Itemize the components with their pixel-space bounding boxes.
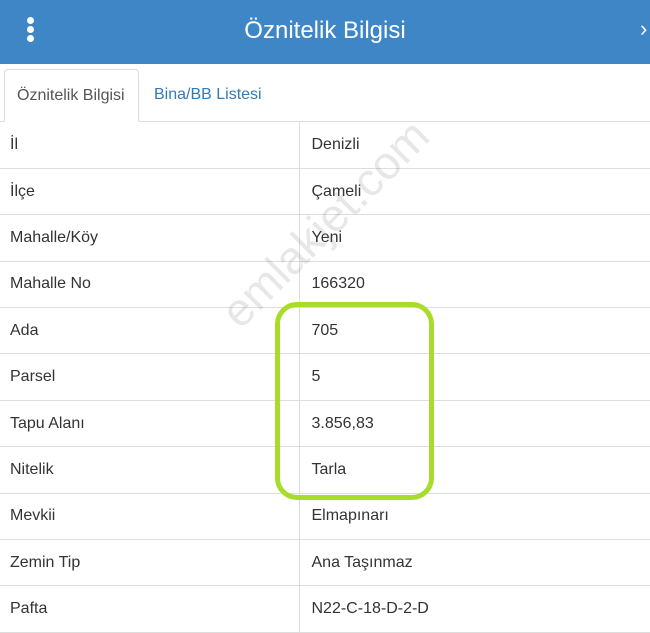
tab-attribute-info[interactable]: Öznitelik Bilgisi <box>4 69 139 122</box>
attribute-value: N22-C-18-D-2-D <box>298 585 650 633</box>
attribute-label: Mahalle No <box>0 261 299 309</box>
table-row: Zemin Tip Ana Taşınmaz <box>0 539 650 587</box>
attribute-label: Ada <box>0 307 299 355</box>
attribute-label: Zemin Tip <box>0 539 299 587</box>
tab-bar: Öznitelik Bilgisi Bina/BB Listesi <box>0 64 650 122</box>
table-row: Mahalle/Köy Yeni <box>0 214 650 262</box>
table-row: Mevkii Elmapınarı <box>0 493 650 541</box>
attribute-value: Çameli <box>298 168 650 216</box>
table-row: İl Denizli <box>0 122 650 169</box>
table-row: Parsel 5 <box>0 353 650 401</box>
table-row: Pafta N22-C-18-D-2-D <box>0 585 650 633</box>
attribute-value: 5 <box>298 353 650 401</box>
attribute-value: 166320 <box>298 261 650 309</box>
page-title: Öznitelik Bilgisi <box>244 17 406 44</box>
table-row: Mahalle No 166320 <box>0 261 650 309</box>
table-row: Nitelik Tarla <box>0 446 650 494</box>
table-row: Tapu Alanı 3.856,83 <box>0 400 650 448</box>
attribute-label: Mahalle/Köy <box>0 214 299 262</box>
attribute-value: Denizli <box>298 122 650 169</box>
attribute-label: Tapu Alanı <box>0 400 299 448</box>
collapse-chevron-icon[interactable]: › <box>640 18 647 40</box>
tab-building-list[interactable]: Bina/BB Listesi <box>142 69 274 122</box>
app-header: Öznitelik Bilgisi › <box>0 0 650 64</box>
attribute-label: İlçe <box>0 168 299 216</box>
table-row: İlçe Çameli <box>0 168 650 216</box>
attribute-label: Pafta <box>0 585 299 633</box>
attribute-label: Parsel <box>0 353 299 401</box>
attribute-table: İl Denizli İlçe Çameli Mahalle/Köy Yeni … <box>0 122 650 633</box>
attribute-value: Elmapınarı <box>298 493 650 541</box>
attribute-label: İl <box>0 122 299 169</box>
attribute-value: Ana Taşınmaz <box>298 539 650 587</box>
attribute-value: Tarla <box>298 446 650 494</box>
attribute-label: Mevkii <box>0 493 299 541</box>
table-row: Ada 705 <box>0 307 650 355</box>
attribute-value: 705 <box>298 307 650 355</box>
attribute-value: Yeni <box>298 214 650 262</box>
attribute-label: Nitelik <box>0 446 299 494</box>
attribute-value: 3.856,83 <box>298 400 650 448</box>
